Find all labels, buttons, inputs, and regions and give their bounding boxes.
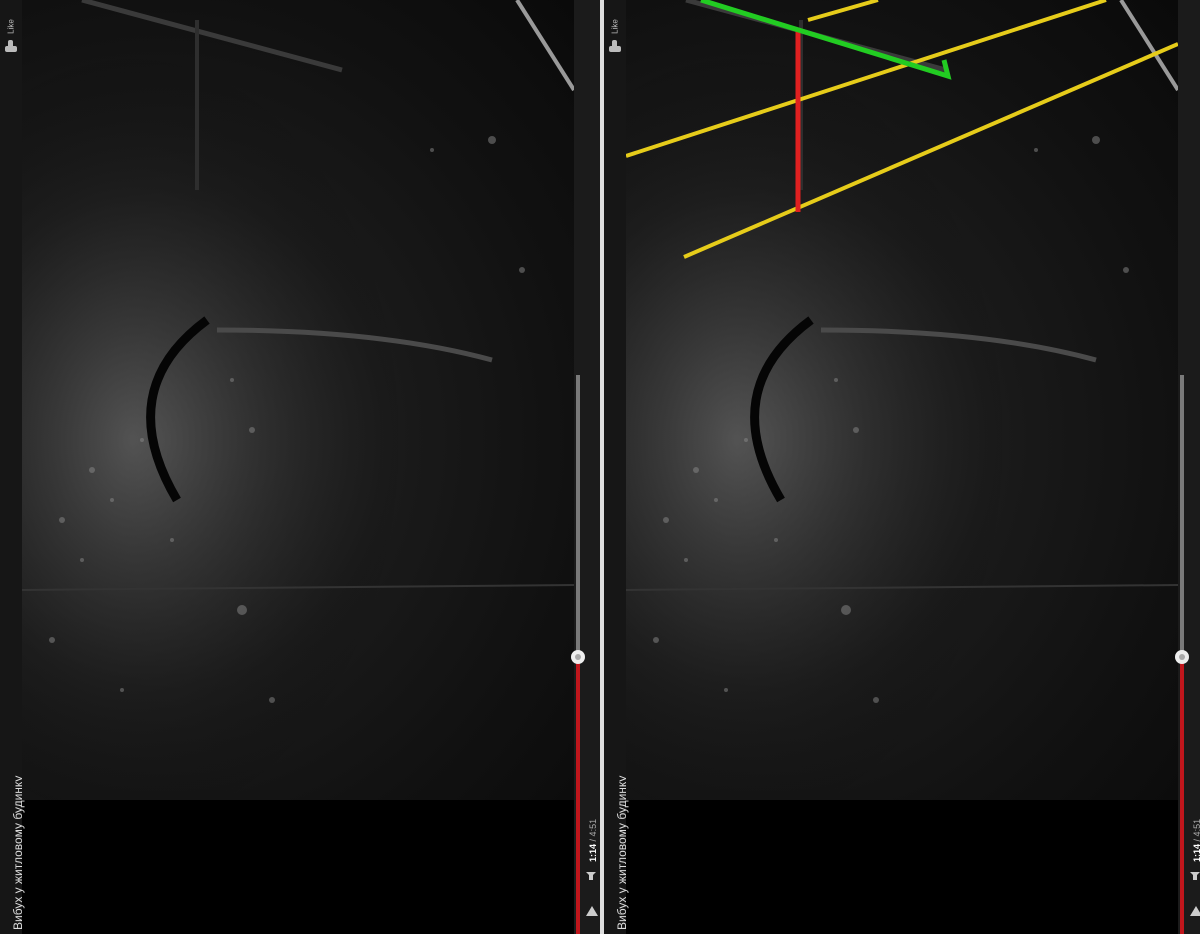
time-display: 1:14 / 4:51 bbox=[588, 819, 598, 862]
video-scene bbox=[22, 0, 574, 800]
progress-played[interactable] bbox=[1180, 657, 1184, 934]
play-icon[interactable] bbox=[1190, 906, 1200, 916]
like-thumb-icon bbox=[5, 40, 17, 52]
like-button[interactable]: Like bbox=[4, 2, 18, 52]
right-video-panel: Like Вибух у житловому будинку 1:14 4:51 bbox=[604, 0, 1200, 934]
scrub-handle[interactable] bbox=[571, 650, 585, 664]
total-time: 4:51 bbox=[1192, 818, 1200, 837]
progress-played[interactable] bbox=[576, 657, 580, 934]
current-time: 1:14 bbox=[588, 843, 598, 862]
like-label: Like bbox=[610, 19, 620, 34]
like-button[interactable]: Like bbox=[608, 2, 622, 52]
video-frame[interactable] bbox=[22, 0, 574, 800]
volume-icon[interactable] bbox=[1190, 872, 1200, 882]
right-side-bar: Like Вибух у житловому будинку bbox=[604, 0, 629, 934]
progress-track[interactable] bbox=[1180, 375, 1184, 657]
progress-track[interactable] bbox=[576, 375, 580, 657]
like-label: Like bbox=[6, 19, 16, 34]
video-frame[interactable] bbox=[626, 0, 1178, 800]
time-separator: / bbox=[588, 838, 598, 842]
total-time: 4:51 bbox=[588, 818, 598, 837]
like-thumb-icon bbox=[609, 40, 621, 52]
time-display: 1:14 / 4:51 bbox=[1192, 819, 1200, 862]
video-scene bbox=[626, 0, 1178, 800]
time-separator: / bbox=[1192, 839, 1200, 842]
scrub-handle[interactable] bbox=[1175, 650, 1189, 664]
playback-control-bar: 1:14 / 4:51 bbox=[571, 0, 600, 934]
play-icon[interactable] bbox=[586, 906, 598, 916]
volume-icon[interactable] bbox=[586, 872, 596, 882]
current-time: 1:14 bbox=[1192, 843, 1200, 862]
playback-control-bar: 1:14 / 4:51 bbox=[1175, 0, 1200, 934]
left-video-panel: Like Вибух у житловому будинку 1:14 / 4:… bbox=[0, 0, 600, 934]
left-side-bar: Like Вибух у житловому будинку bbox=[0, 0, 25, 934]
